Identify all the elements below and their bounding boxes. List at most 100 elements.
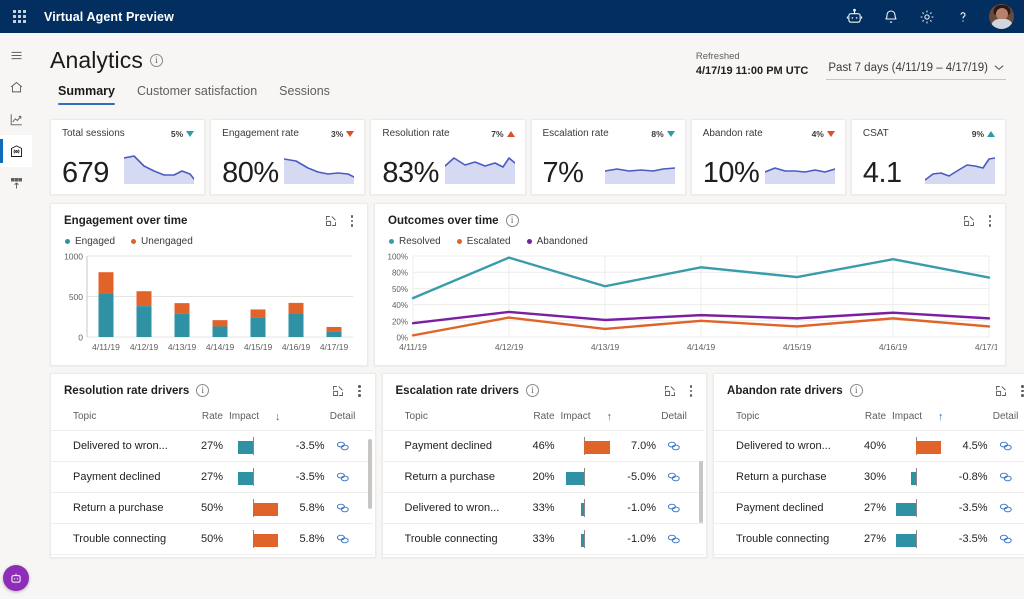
table-row[interactable]: Return a purchase 50% 5.8% [51, 493, 373, 524]
help-icon[interactable] [953, 7, 972, 26]
hamburger-icon[interactable] [0, 39, 32, 71]
table-scrollbar[interactable] [367, 438, 372, 509]
detail-link-icon[interactable] [667, 533, 681, 545]
chart-row: Engagement over time Engaged Unengaged 10… [50, 203, 1006, 366]
sidebar-item-publish[interactable] [0, 167, 32, 199]
info-icon[interactable] [149, 54, 163, 67]
table-row[interactable]: Return a purchase 20% -5.0% [382, 462, 705, 493]
table-row[interactable]: Payment declined 27% -3.5% [714, 493, 1024, 524]
tab-summary[interactable]: Summary [58, 84, 115, 105]
kpi-card[interactable]: Escalation rate 8% 7% [530, 119, 686, 195]
detail-link-icon[interactable] [999, 440, 1013, 452]
column-header-rate[interactable]: Rate [181, 411, 223, 422]
legend-item[interactable]: Escalated [456, 236, 511, 247]
detail-link-icon[interactable] [667, 502, 681, 514]
virtual-agent-fab[interactable] [3, 565, 29, 591]
kpi-card[interactable]: Total sessions 5% 679 [50, 119, 206, 195]
bell-icon[interactable] [881, 7, 900, 26]
svg-text:4/17/19: 4/17/19 [975, 342, 997, 352]
driver-table-card: Escalation rate drivers TopicRate Impact ↑ D… [381, 373, 708, 558]
more-options-icon[interactable] [686, 383, 697, 399]
kpi-card[interactable]: Abandon rate 4% 10% [690, 119, 846, 195]
sort-indicator-icon[interactable]: ↑ [607, 411, 613, 423]
detail-link-icon[interactable] [336, 533, 350, 545]
column-header-rate[interactable]: Rate [513, 411, 554, 422]
detail-link-icon[interactable] [336, 471, 350, 483]
column-header-rate[interactable]: Rate [844, 411, 886, 422]
legend-item[interactable]: Resolved [389, 236, 441, 247]
detail-link-icon[interactable] [336, 440, 350, 452]
sidebar-item-topics[interactable] [0, 103, 32, 135]
impact-zero-axis [915, 467, 917, 486]
app-shell: Analytics Summary Customer satisfaction … [0, 33, 1024, 599]
detail-link-icon[interactable] [999, 533, 1013, 545]
detail-link-icon[interactable] [999, 502, 1013, 514]
expand-icon[interactable] [325, 215, 337, 227]
more-options-icon[interactable] [347, 213, 358, 229]
cell-rate: 20% [532, 470, 555, 483]
legend-item[interactable]: Engaged [65, 236, 115, 247]
bot-icon[interactable] [845, 7, 864, 26]
sort-indicator-icon[interactable]: ↑ [938, 411, 944, 423]
sidebar-item-home[interactable] [0, 71, 32, 103]
tab-customer-satisfaction[interactable]: Customer satisfaction [137, 84, 257, 105]
column-header-impact[interactable]: Impact [892, 411, 922, 422]
detail-link-icon[interactable] [336, 502, 350, 514]
kpi-body: 679 [62, 140, 195, 188]
impact-bar [915, 440, 942, 454]
page-header-left: Analytics Summary Customer satisfaction … [50, 47, 330, 105]
column-header-topic[interactable]: Topic [405, 411, 513, 422]
svg-text:80%: 80% [392, 268, 408, 277]
cell-topic: Delivered to wron... [73, 439, 168, 452]
table-row[interactable]: Payment declined 46% 7.0% [382, 431, 705, 462]
expand-icon[interactable] [963, 215, 975, 227]
avatar[interactable] [989, 4, 1014, 29]
expand-icon[interactable] [995, 385, 1007, 397]
cell-detail [325, 502, 361, 514]
column-header-topic[interactable]: Topic [73, 411, 181, 422]
info-icon[interactable] [525, 384, 539, 398]
kpi-delta-value: 8% [651, 128, 664, 139]
table-row[interactable]: Delivered to wron... 33% -1.0% [382, 493, 705, 524]
detail-link-icon[interactable] [667, 440, 681, 452]
column-header-impact[interactable]: Impact [561, 411, 591, 422]
main-content: Analytics Summary Customer satisfaction … [32, 33, 1024, 599]
legend-item[interactable]: Unengaged [131, 236, 193, 247]
kpi-value: 4.1 [862, 157, 902, 189]
kpi-card[interactable]: Resolution rate 7% 83% [370, 119, 526, 195]
sidebar-item-analytics[interactable] [0, 135, 32, 167]
cell-topic: Delivered to wron... [404, 501, 500, 514]
info-icon[interactable] [849, 384, 863, 398]
table-row[interactable]: Return a purchase 30% -0.8% [714, 462, 1024, 493]
table-scrollbar[interactable] [699, 460, 704, 523]
table-row[interactable]: Delivered to wron... 27% -3.5% [51, 431, 373, 462]
more-options-icon[interactable] [354, 383, 365, 399]
svg-text:20%: 20% [392, 317, 408, 326]
legend-item[interactable]: Abandoned [526, 236, 588, 247]
table-row[interactable]: Trouble connecting 33% -1.0% [382, 524, 705, 555]
table-row[interactable]: Trouble connecting 50% 5.8% [51, 524, 373, 555]
outcomes-over-time-card: Outcomes over time Resolved Escalated Aban… [374, 203, 1006, 366]
info-icon[interactable] [196, 384, 210, 398]
column-header-topic[interactable]: Topic [736, 411, 844, 422]
cell-impact-bar [555, 493, 613, 523]
detail-link-icon[interactable] [667, 471, 681, 483]
table-row[interactable]: Delivered to wron... 40% 4.5% [714, 431, 1024, 462]
column-header-impact[interactable]: Impact [229, 411, 259, 422]
more-options-icon[interactable] [1017, 383, 1024, 399]
gear-icon[interactable] [917, 7, 936, 26]
expand-icon[interactable] [332, 385, 344, 397]
info-icon[interactable] [505, 214, 519, 228]
more-options-icon[interactable] [985, 213, 996, 229]
tab-list: Summary Customer satisfaction Sessions [58, 84, 330, 105]
detail-link-icon[interactable] [999, 471, 1013, 483]
kpi-card[interactable]: Engagement rate 3% 80% [210, 119, 366, 195]
sort-indicator-icon[interactable]: ↓ [275, 411, 281, 423]
table-row[interactable]: Payment declined 27% -3.5% [51, 462, 373, 493]
expand-icon[interactable] [664, 385, 676, 397]
kpi-card[interactable]: CSAT 9% 4.1 [850, 119, 1007, 195]
table-row[interactable]: Trouble connecting 27% -3.5% [714, 524, 1024, 555]
tab-sessions[interactable]: Sessions [279, 84, 330, 105]
date-range-picker[interactable]: Past 7 days (4/11/19 – 4/17/19) [826, 60, 1006, 80]
app-launcher-button[interactable] [6, 0, 32, 33]
